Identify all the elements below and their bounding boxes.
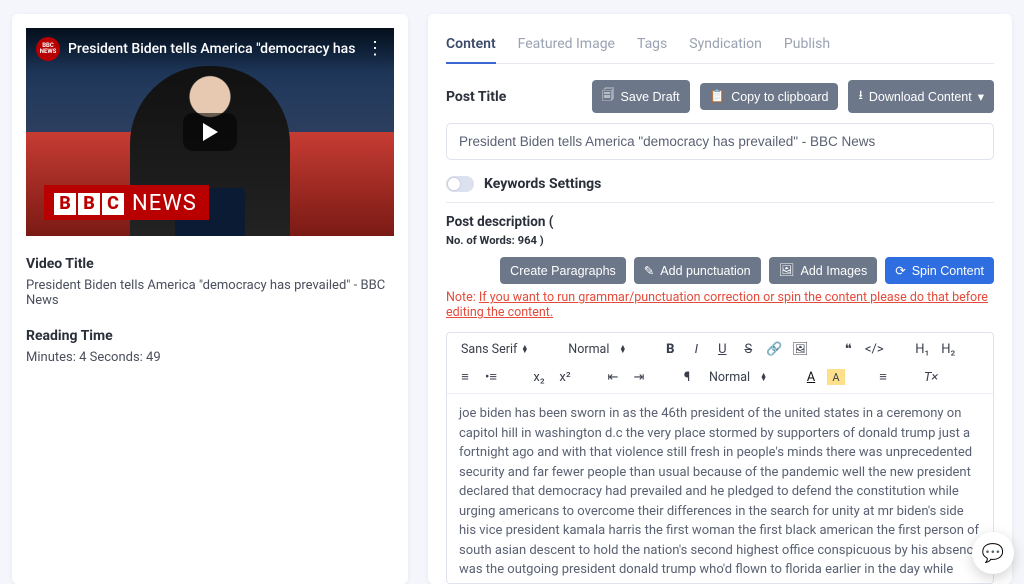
- keywords-toggle[interactable]: [446, 176, 474, 192]
- chat-icon: 💬: [982, 543, 1004, 564]
- add-images-button[interactable]: 🖼Add Images: [769, 257, 878, 284]
- direction-button[interactable]: ¶: [677, 367, 697, 387]
- download-icon: ⭳: [858, 86, 862, 107]
- rich-text-editor: Sans Serif▲▼ Normal▲▼ B I U S 🔗 🖼 ❝ </> …: [446, 332, 994, 584]
- post-title-label: Post Title: [446, 89, 582, 105]
- ordered-list-button[interactable]: ≡: [455, 367, 475, 387]
- channel-avatar-icon: BBCNEWS: [36, 37, 60, 61]
- underline-button[interactable]: U: [712, 339, 732, 359]
- code-button[interactable]: </>: [864, 339, 884, 359]
- unordered-list-button[interactable]: •≡: [481, 367, 501, 387]
- post-description-label: Post description ( No. of Words: 964 ): [446, 213, 553, 249]
- copy-icon: 📋: [710, 89, 726, 104]
- indent-button[interactable]: ⇥: [629, 367, 649, 387]
- editor-content[interactable]: joe biden has been sworn in as the 46th …: [447, 394, 993, 583]
- tab-tags[interactable]: Tags: [637, 28, 667, 63]
- quote-button[interactable]: ❝: [838, 339, 858, 359]
- right-panel: Content Featured Image Tags Syndication …: [428, 14, 1012, 584]
- add-punctuation-button[interactable]: ✎Add punctuation: [634, 257, 761, 284]
- post-title-input[interactable]: [446, 123, 994, 160]
- keywords-settings-label: Keywords Settings: [484, 176, 601, 192]
- video-top-bar: BBCNEWS President Biden tells America "d…: [26, 28, 394, 70]
- play-button-icon[interactable]: [183, 113, 237, 151]
- highlight-button[interactable]: A: [827, 369, 845, 385]
- insert-image-button[interactable]: 🖼: [790, 339, 810, 359]
- spin-content-button[interactable]: ⟳Spin Content: [885, 257, 994, 284]
- size-select[interactable]: Normal▲▼: [562, 340, 632, 359]
- bold-button[interactable]: B: [660, 339, 680, 359]
- h2-button[interactable]: H₂: [938, 339, 958, 359]
- clear-format-button[interactable]: T×: [921, 367, 941, 387]
- video-overlay-title: President Biden tells America "democracy…: [68, 41, 358, 57]
- create-paragraphs-button[interactable]: Create Paragraphs: [500, 257, 626, 284]
- reading-time-label: Reading Time: [26, 328, 394, 344]
- text-color-button[interactable]: A: [801, 367, 821, 387]
- lineheight-select[interactable]: Normal▲▼: [703, 368, 773, 387]
- editor-toolbar: Sans Serif▲▼ Normal▲▼ B I U S 🔗 🖼 ❝ </> …: [447, 333, 993, 394]
- editor-note: Note: If you want to run grammar/punctua…: [446, 290, 994, 320]
- download-content-button[interactable]: ⭳ Download Content ▾: [848, 80, 994, 113]
- tab-publish[interactable]: Publish: [784, 28, 830, 63]
- link-button[interactable]: 🔗: [764, 339, 784, 359]
- bbc-news-logo: BBC NEWS: [44, 185, 209, 220]
- tab-syndication[interactable]: Syndication: [689, 28, 762, 63]
- strike-button[interactable]: S: [738, 339, 758, 359]
- h1-button[interactable]: H₁: [912, 339, 932, 359]
- tabs: Content Featured Image Tags Syndication …: [446, 28, 994, 64]
- video-kebab-icon[interactable]: ⋮: [366, 40, 384, 58]
- superscript-button[interactable]: x²: [555, 367, 575, 387]
- reading-time-text: Minutes: 4 Seconds: 49: [26, 350, 394, 365]
- italic-button[interactable]: I: [686, 339, 706, 359]
- video-player[interactable]: BBCNEWS President Biden tells America "d…: [26, 28, 394, 236]
- tab-content[interactable]: Content: [446, 28, 496, 64]
- save-icon: 🗐: [602, 86, 615, 107]
- subscript-button[interactable]: x₂: [529, 367, 549, 387]
- video-title-text: President Biden tells America "democracy…: [26, 278, 394, 308]
- font-select[interactable]: Sans Serif▲▼: [455, 340, 534, 359]
- copy-clipboard-button[interactable]: 📋 Copy to clipboard: [700, 83, 839, 110]
- refresh-icon: ⟳: [895, 263, 905, 278]
- left-panel: BBCNEWS President Biden tells America "d…: [12, 14, 408, 584]
- video-title-label: Video Title: [26, 256, 394, 272]
- align-button[interactable]: ≡: [873, 367, 893, 387]
- divider: [446, 202, 994, 203]
- save-draft-button[interactable]: 🗐 Save Draft: [592, 80, 690, 113]
- image-icon: 🖼: [779, 263, 795, 278]
- tab-featured-image[interactable]: Featured Image: [518, 28, 615, 63]
- outdent-button[interactable]: ⇤: [603, 367, 623, 387]
- pencil-icon: ✎: [644, 263, 654, 278]
- chat-widget-button[interactable]: 💬: [972, 532, 1014, 574]
- chevron-down-icon: ▾: [978, 89, 984, 104]
